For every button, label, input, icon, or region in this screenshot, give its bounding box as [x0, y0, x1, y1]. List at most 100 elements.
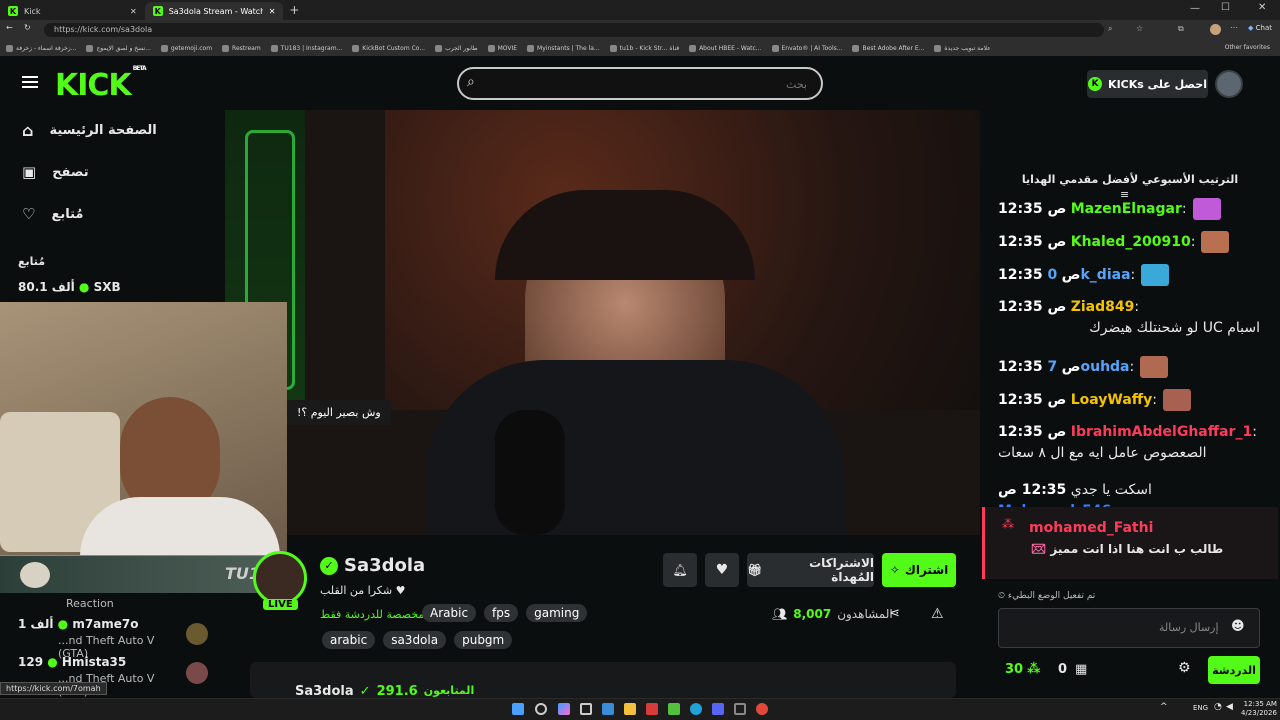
tag[interactable]: gaming	[526, 604, 588, 622]
report-icon[interactable]: ⚠	[931, 606, 944, 622]
close-window-icon[interactable]: ✕	[1258, 2, 1266, 13]
tab-sa3dola[interactable]: K Sa3dola Stream - Watch Live... ✕	[144, 2, 284, 20]
get-kicks-button[interactable]: احصل على KICKs K	[1087, 70, 1208, 98]
hamburger-menu-icon[interactable]	[22, 76, 38, 88]
chat-message[interactable]: 12:35 ص 7ouhda:	[998, 356, 1260, 378]
search-input[interactable]	[487, 75, 807, 93]
tag[interactable]: Arabic	[422, 604, 477, 622]
refresh-icon[interactable]: ↻	[24, 23, 31, 32]
follow-heart-button[interactable]: ♥	[705, 553, 739, 587]
subscribe-button[interactable]: اشتراك ✧	[882, 553, 956, 587]
bookmark-item[interactable]: Best Adobe After E...	[852, 44, 924, 52]
clock[interactable]: 12:35 AM 4/23/2026	[1241, 700, 1277, 718]
verified-icon: ✓	[320, 556, 338, 575]
volume-icon[interactable]: ◀	[1226, 702, 1233, 712]
points-display[interactable]: 30 ⁂	[1005, 662, 1040, 677]
chat-username[interactable]: Ziad849	[1071, 299, 1135, 315]
minimize-icon[interactable]: —	[1190, 3, 1200, 14]
close-icon[interactable]: ✕	[269, 7, 276, 16]
chat-message[interactable]: 12:35 ص Ziad849: اسبام UC لو شحنتلك هيضرك	[998, 297, 1260, 339]
bookmark-item[interactable]: getemoji.com	[160, 44, 212, 52]
language-indicator[interactable]: ENG	[1193, 704, 1208, 712]
extensions-icon[interactable]: ⧉	[1178, 24, 1184, 34]
chat-username[interactable]: MazenElnagar	[1071, 201, 1182, 217]
chrome-icon[interactable]	[756, 703, 768, 715]
bookmark-item[interactable]: Envato® | AI Tools...	[771, 44, 842, 52]
edge-icon[interactable]	[690, 703, 702, 715]
video-player[interactable]: وش بصير اليوم ؟!	[225, 110, 980, 535]
discord-icon[interactable]	[712, 703, 724, 715]
pinned-message[interactable]: ⁂ mohamed_Fathi طالب ب انت هنا اذا انت م…	[982, 507, 1278, 579]
search-icon[interactable]	[535, 703, 547, 715]
app-icon[interactable]	[734, 703, 746, 715]
copilot-chat-button[interactable]: ◆ Chat	[1248, 24, 1272, 32]
notification-bell-button[interactable]: 🔔︎	[663, 553, 697, 587]
chat-settings-icon[interactable]: ⚙	[1178, 660, 1191, 676]
emoji-icon[interactable]: ☻	[1231, 619, 1245, 634]
tag[interactable]: pubgm	[454, 631, 513, 649]
user-avatar[interactable]	[1215, 70, 1243, 98]
chat-username[interactable]: LoayWaffy	[1071, 392, 1153, 408]
task-view-icon[interactable]	[580, 703, 592, 715]
start-icon[interactable]	[512, 703, 524, 715]
nav-home[interactable]: ⌂ الصفحة الرئيسية	[22, 115, 212, 145]
star-icon[interactable]: ☆	[1136, 24, 1143, 33]
wifi-icon[interactable]: ◔	[1214, 702, 1222, 712]
chat-message[interactable]: 12:35 ص 0k_diaa:	[998, 264, 1260, 286]
chat-message[interactable]: 12:35 ص MazenElnagar:	[998, 198, 1260, 220]
channel-name[interactable]: Sa3dola	[344, 555, 425, 576]
tag[interactable]: sa3dola	[383, 631, 447, 649]
leaderboard-title[interactable]: الترتيب الأسبوعي لأفضل مقدمي الهدايا	[980, 173, 1280, 186]
channel-avatar[interactable]	[186, 662, 208, 684]
new-tab-icon[interactable]: +	[289, 3, 299, 17]
file-explorer-icon[interactable]	[624, 703, 636, 715]
chat-username[interactable]: 7ouhda	[1047, 359, 1129, 375]
following-channel-sxb[interactable]: 80.1 ألف ● SXB	[18, 280, 121, 294]
nav-following[interactable]: ♡ مُتابع	[22, 199, 212, 229]
chat-message[interactable]: 12:35 ص IbrahimAbdelGhaffar_1: الصعصوص عا…	[998, 422, 1260, 464]
profile-avatar[interactable]	[1210, 24, 1221, 35]
search-box[interactable]: ⌕	[457, 67, 823, 100]
bookmark-item[interactable]: نسخ و لصق الإيموج...	[86, 44, 151, 52]
tag[interactable]: arabic	[322, 631, 376, 649]
other-favorites[interactable]: Other favorites	[1225, 44, 1270, 51]
close-icon[interactable]: ✕	[130, 7, 137, 16]
send-chat-button[interactable]: الدردشة	[1208, 656, 1260, 684]
chat-username[interactable]: Khaled_200910	[1071, 234, 1191, 250]
tab-kick[interactable]: K Kick ✕	[0, 2, 145, 20]
chat-timestamp: 12:35 ص	[998, 482, 1067, 498]
channel-avatar-large[interactable]	[253, 551, 307, 605]
bookmark-item[interactable]: MOVIE	[487, 44, 517, 52]
tray-chevron-icon[interactable]: ^	[1160, 702, 1168, 712]
gift-subs-button[interactable]: الاشتراكات المُهداة 🎁︎	[747, 553, 874, 587]
copilot-icon[interactable]	[558, 703, 570, 715]
bookmark-item[interactable]: KickBot Custom Co...	[352, 44, 425, 52]
maximize-icon[interactable]: ☐	[1221, 2, 1230, 13]
app-icon[interactable]	[646, 703, 658, 715]
gift-count[interactable]: 0 ▦	[1058, 662, 1087, 677]
bookmark-item[interactable]: علامة تبويب جديدة	[934, 44, 991, 52]
bookmark-item[interactable]: tu1b - Kick Str... قناة	[609, 44, 679, 52]
chat-message[interactable]: 12:35 ص LoayWaffy:	[998, 389, 1260, 411]
bookmark-item[interactable]: Restream	[222, 44, 261, 52]
chat-username[interactable]: 0k_diaa	[1047, 267, 1130, 283]
bookmark-item[interactable]: زخرفة اسماء - زخرفة...	[6, 44, 76, 52]
bookmark-item[interactable]: طابور الجرب	[435, 44, 478, 52]
bookmark-item[interactable]: Myinstants | The la...	[527, 44, 600, 52]
tag[interactable]: fps	[484, 604, 519, 622]
bookmark-item[interactable]: TU183 | Instagram...	[270, 44, 342, 52]
following-channel-m7ame7o[interactable]: 1 ألف ● m7ame7o ...nd Theft Auto V (GTA)	[18, 617, 188, 660]
channel-avatar[interactable]	[186, 623, 208, 645]
photos-icon[interactable]	[602, 703, 614, 715]
chat-message[interactable]: 12:35 ص Khaled_200910:	[998, 231, 1260, 253]
bookmark-item[interactable]: About HBEE - Watc...	[689, 44, 762, 52]
back-icon[interactable]: ←	[6, 23, 13, 32]
nav-browse[interactable]: ▣ تصفح	[22, 157, 212, 187]
zoom-icon[interactable]: ⌕	[1108, 24, 1112, 34]
app-icon[interactable]	[668, 703, 680, 715]
more-icon[interactable]: ⋯	[1230, 23, 1238, 32]
chat-input-box[interactable]: إرسال رسالة ☻	[998, 608, 1260, 648]
url-field[interactable]: https://kick.com/sa3dola	[44, 23, 1104, 37]
kick-logo[interactable]: KICK BETA	[55, 65, 147, 103]
chat-username[interactable]: IbrahimAbdelGhaffar_1	[1071, 424, 1252, 440]
